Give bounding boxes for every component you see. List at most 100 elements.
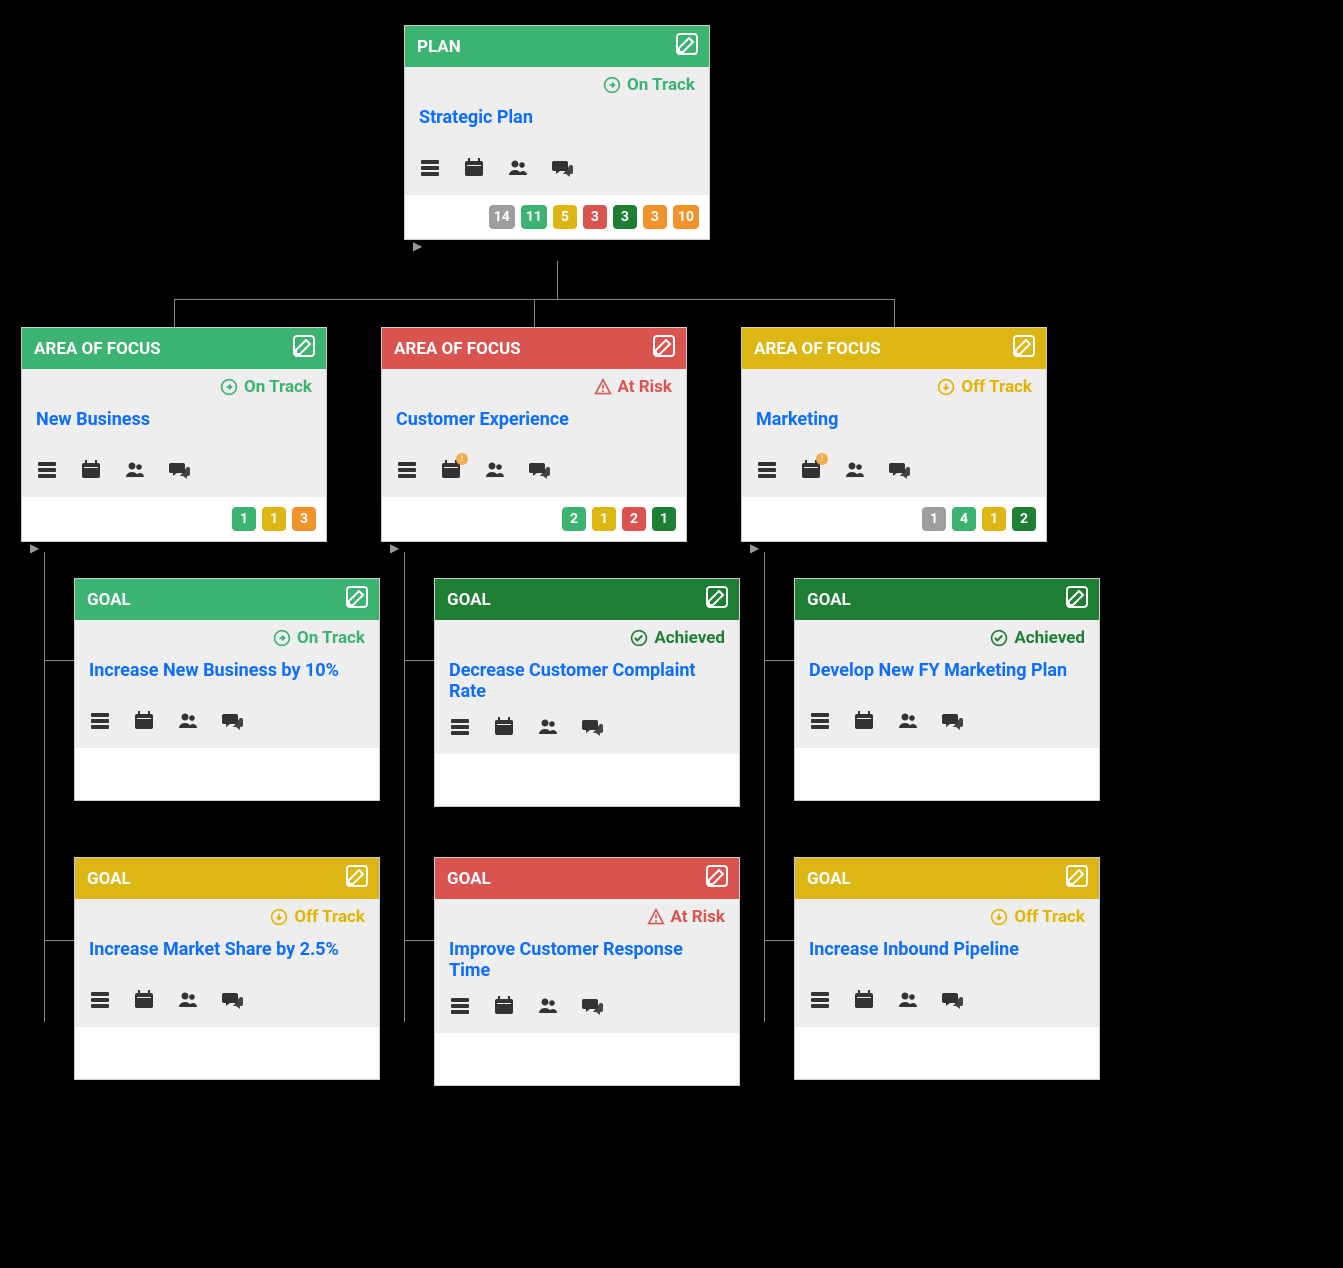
comments-icon[interactable] [941, 989, 963, 1013]
calendar-icon[interactable] [80, 459, 102, 483]
goal-card: GOAL On Track Increase New Business by 1… [74, 578, 380, 801]
count-badge[interactable]: 1 [592, 507, 616, 531]
title-row: New Business [22, 401, 326, 459]
count-badge[interactable]: 3 [643, 205, 667, 229]
expand-caret-icon[interactable]: ▶ [750, 541, 759, 555]
edit-icon[interactable] [292, 334, 316, 363]
comments-icon[interactable] [941, 710, 963, 734]
expand-caret-icon[interactable]: ▶ [30, 541, 39, 555]
comments-icon[interactable] [888, 459, 910, 483]
badge-row: 2 1 2 1 ▶ [382, 497, 686, 541]
list-icon[interactable] [449, 995, 471, 1019]
users-icon[interactable] [537, 995, 559, 1019]
edit-icon[interactable] [345, 864, 369, 893]
count-badge[interactable]: 1 [232, 507, 256, 531]
status-row: Off Track [742, 369, 1046, 401]
status-row: Achieved [795, 620, 1099, 652]
expand-caret-icon[interactable]: ▶ [413, 239, 422, 253]
list-icon[interactable] [449, 716, 471, 740]
comments-icon[interactable] [581, 995, 603, 1019]
list-icon[interactable] [419, 157, 441, 181]
list-icon[interactable] [89, 710, 111, 734]
users-icon[interactable] [177, 710, 199, 734]
comments-icon[interactable] [581, 716, 603, 740]
count-badge[interactable]: 2 [1012, 507, 1036, 531]
count-badge[interactable]: 2 [622, 507, 646, 531]
calendar-icon[interactable] [853, 710, 875, 734]
card-title-link[interactable]: Marketing [756, 409, 838, 430]
edit-icon[interactable] [1065, 585, 1089, 614]
calendar-icon[interactable] [853, 989, 875, 1013]
list-icon[interactable] [809, 989, 831, 1013]
calendar-icon[interactable] [493, 995, 515, 1019]
count-badge[interactable]: 4 [952, 507, 976, 531]
title-row: Increase Market Share by 2.5% [75, 931, 379, 989]
edit-icon[interactable] [675, 32, 699, 61]
card-title-link[interactable]: Increase Market Share by 2.5% [89, 939, 339, 960]
footer-blank [75, 1027, 379, 1079]
list-icon[interactable] [36, 459, 58, 483]
comments-icon[interactable] [221, 710, 243, 734]
users-icon[interactable] [897, 989, 919, 1013]
comments-icon[interactable] [551, 157, 573, 181]
calendar-icon[interactable] [133, 710, 155, 734]
card-title-link[interactable]: Increase New Business by 10% [89, 660, 339, 681]
edit-icon[interactable] [345, 585, 369, 614]
count-badge[interactable]: 2 [562, 507, 586, 531]
status-check-icon [990, 629, 1008, 647]
comments-icon[interactable] [528, 459, 550, 483]
users-icon[interactable] [844, 459, 866, 483]
title-row: Strategic Plan [405, 99, 709, 157]
footer-blank [435, 754, 739, 806]
list-icon[interactable] [809, 710, 831, 734]
card-title-link[interactable]: Develop New FY Marketing Plan [809, 660, 1067, 681]
edit-icon[interactable] [705, 585, 729, 614]
calendar-icon[interactable] [133, 989, 155, 1013]
card-title-link[interactable]: Strategic Plan [419, 107, 533, 128]
users-icon[interactable] [484, 459, 506, 483]
edit-icon[interactable] [652, 334, 676, 363]
edit-icon[interactable] [1065, 864, 1089, 893]
users-icon[interactable] [897, 710, 919, 734]
card-title-link[interactable]: Decrease Customer Complaint Rate [449, 660, 696, 702]
comments-icon[interactable] [168, 459, 190, 483]
edit-icon[interactable] [1012, 334, 1036, 363]
count-badge[interactable]: 3 [292, 507, 316, 531]
calendar-icon[interactable] [493, 716, 515, 740]
list-icon[interactable] [756, 459, 778, 483]
card-title-link[interactable]: Customer Experience [396, 409, 569, 430]
count-badge[interactable]: 11 [521, 205, 547, 229]
edit-icon[interactable] [705, 864, 729, 893]
users-icon[interactable] [537, 716, 559, 740]
count-badge[interactable]: 3 [583, 205, 607, 229]
users-icon[interactable] [124, 459, 146, 483]
count-badge[interactable]: 14 [489, 205, 515, 229]
status-text: Achieved [1014, 628, 1085, 648]
users-icon[interactable] [507, 157, 529, 181]
calendar-icon[interactable]: ! [800, 459, 822, 483]
expand-caret-icon[interactable]: ▶ [390, 541, 399, 555]
goal-card: GOAL Achieved Decrease Customer Complain… [434, 578, 740, 807]
title-row: Improve Customer Response Time [435, 931, 739, 995]
title-row: Increase New Business by 10% [75, 652, 379, 710]
status-text: Achieved [654, 628, 725, 648]
count-badge[interactable]: 1 [262, 507, 286, 531]
list-icon[interactable] [396, 459, 418, 483]
count-badge[interactable]: 1 [652, 507, 676, 531]
count-badge[interactable]: 1 [922, 507, 946, 531]
card-title-link[interactable]: Increase Inbound Pipeline [809, 939, 1019, 960]
badge-row: 1 1 3 ▶ [22, 497, 326, 541]
calendar-icon[interactable]: ! [440, 459, 462, 483]
count-badge[interactable]: 5 [553, 205, 577, 229]
card-title-link[interactable]: Improve Customer Response Time [449, 939, 683, 981]
list-icon[interactable] [89, 989, 111, 1013]
count-badge[interactable]: 3 [613, 205, 637, 229]
icon-row [795, 710, 1099, 748]
calendar-icon[interactable] [463, 157, 485, 181]
card-title-link[interactable]: New Business [36, 409, 150, 430]
count-badge[interactable]: 1 [982, 507, 1006, 531]
comments-icon[interactable] [221, 989, 243, 1013]
count-badge[interactable]: 10 [673, 205, 699, 229]
users-icon[interactable] [177, 989, 199, 1013]
status-arrow-down-icon [270, 908, 288, 926]
